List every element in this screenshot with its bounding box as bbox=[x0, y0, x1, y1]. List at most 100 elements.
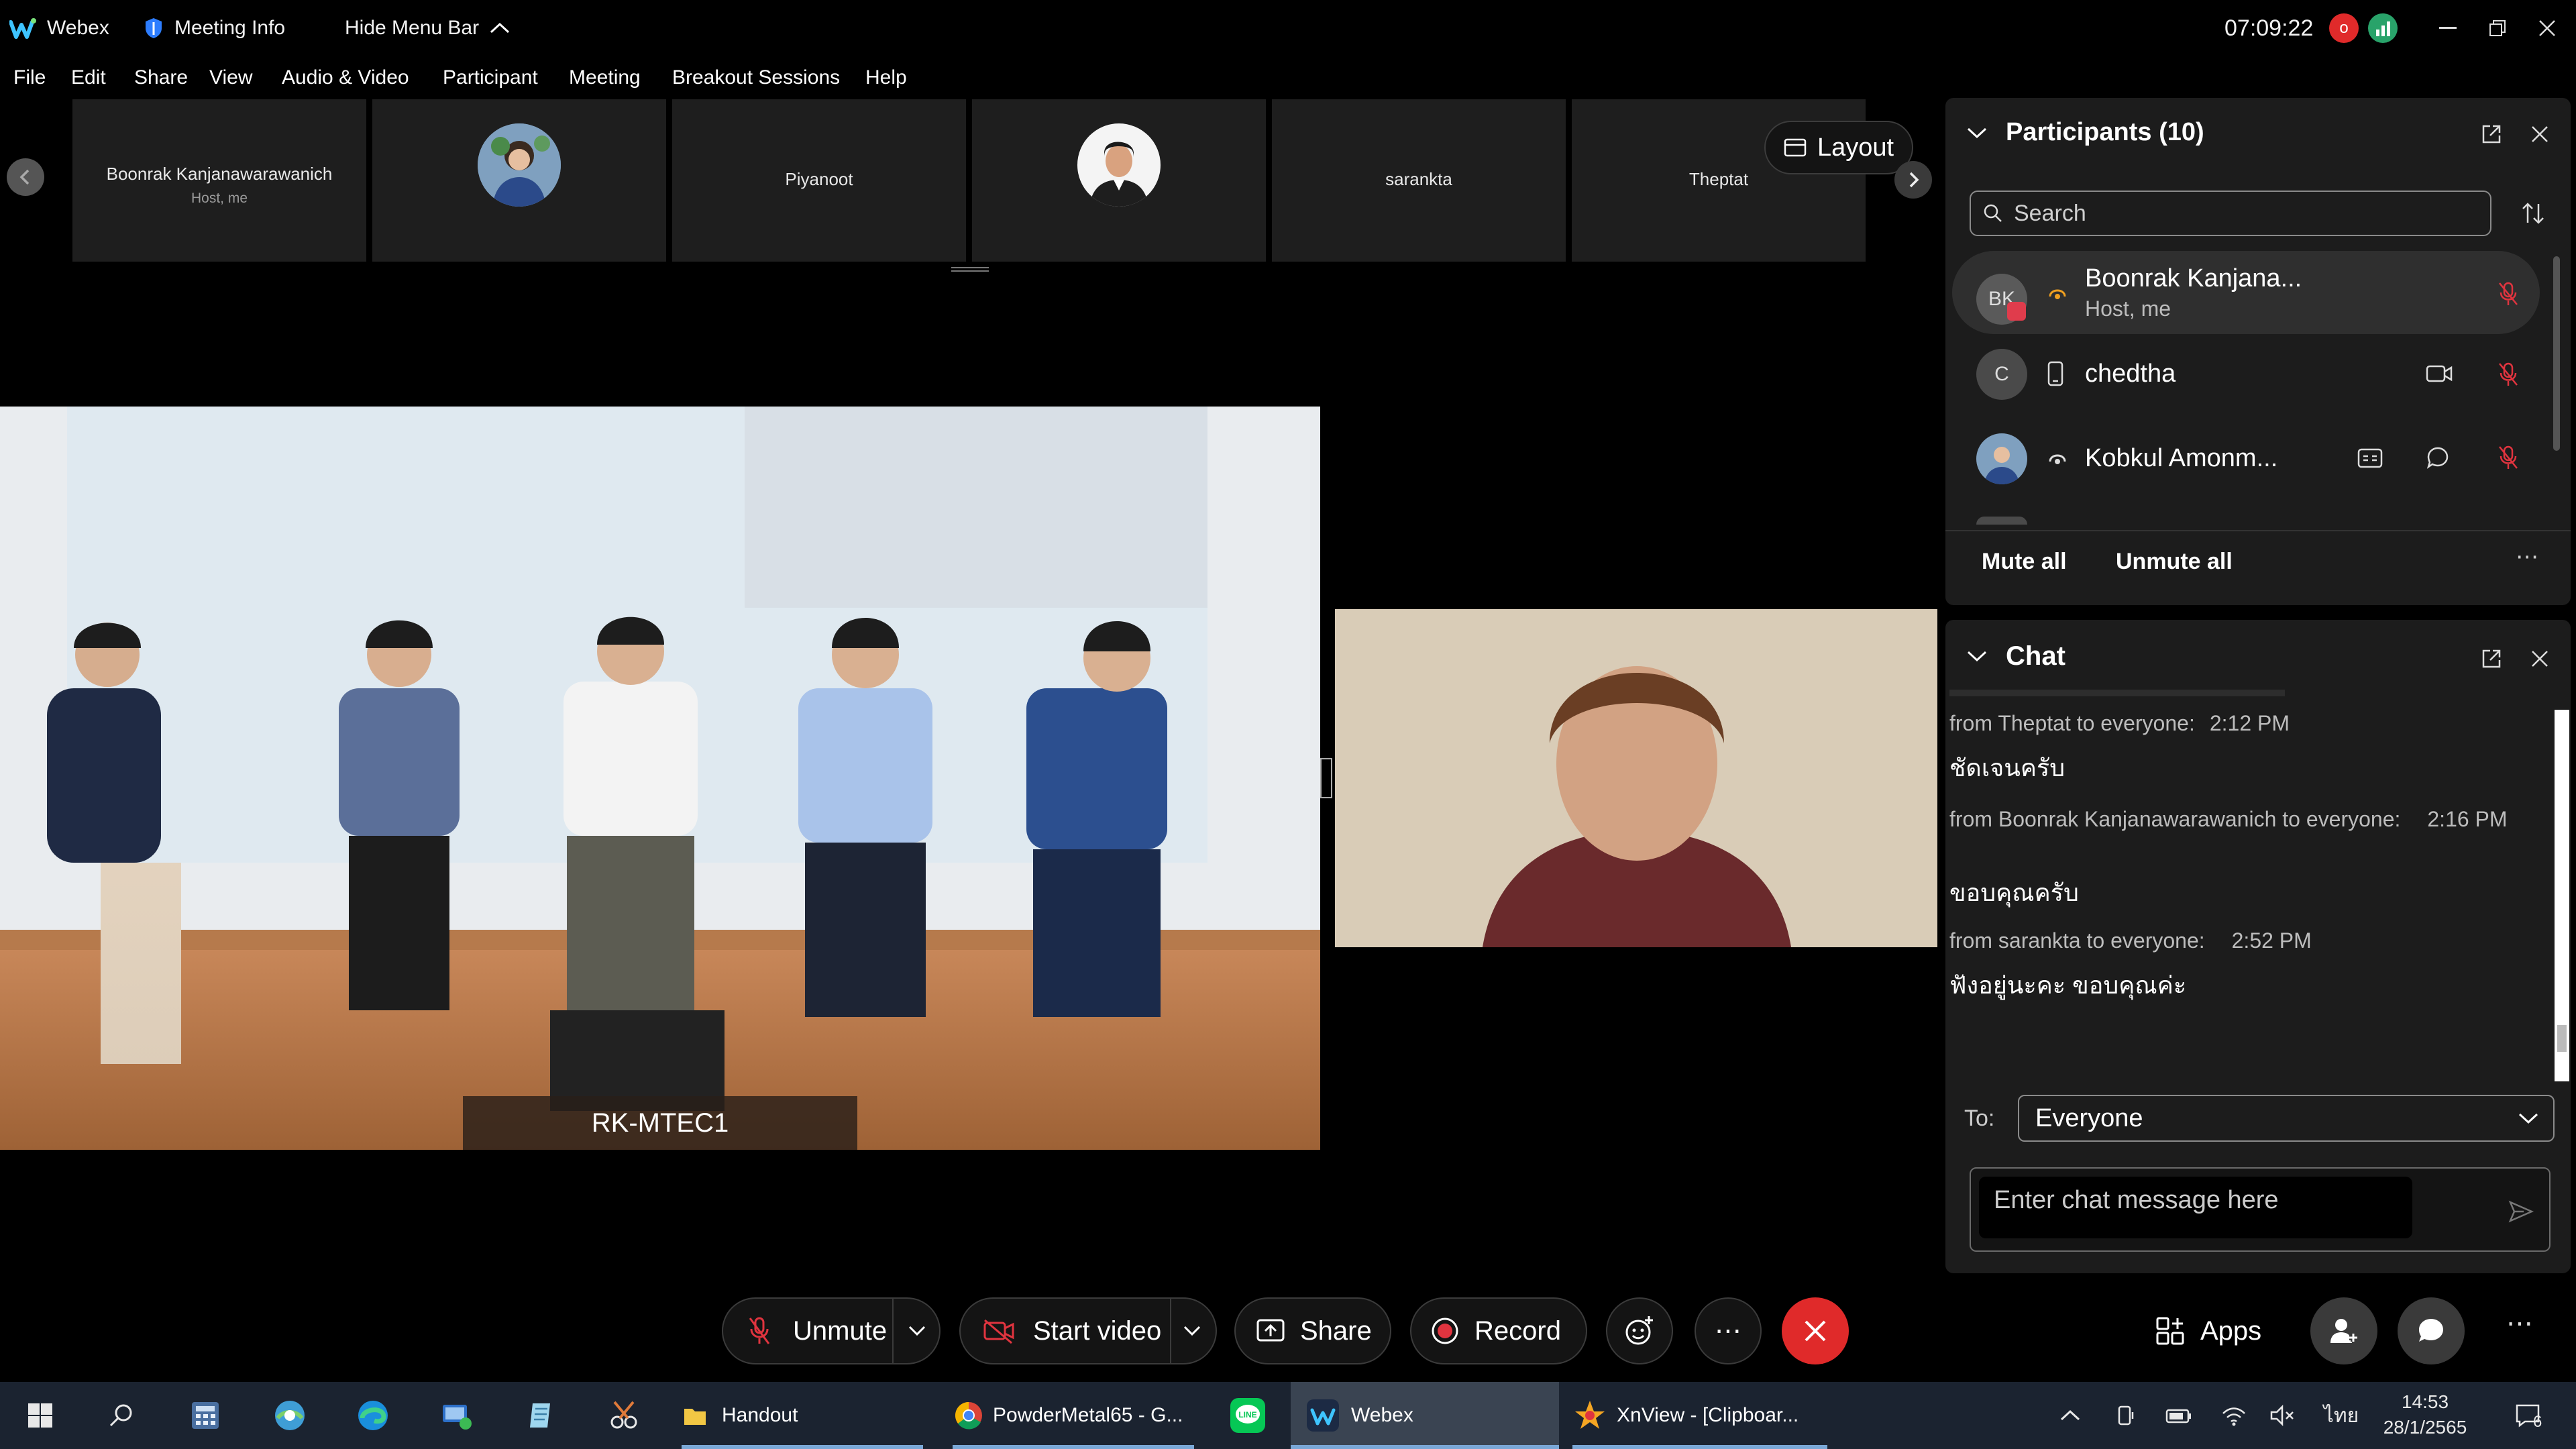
filmstrip-resize-handle[interactable] bbox=[951, 264, 989, 272]
record-button[interactable]: Record bbox=[1410, 1297, 1587, 1364]
menu-file[interactable]: File bbox=[13, 56, 46, 99]
snipping-tool-taskbar-icon[interactable] bbox=[600, 1382, 648, 1449]
collapse-chevron-icon[interactable] bbox=[1966, 648, 1988, 664]
menu-view[interactable]: View bbox=[209, 56, 252, 99]
more-options-icon[interactable]: ⋯ bbox=[2516, 543, 2538, 570]
volume-muted-icon[interactable] bbox=[2262, 1382, 2302, 1449]
participant-search-field[interactable]: Search bbox=[1970, 191, 2491, 236]
filmstrip-prev-button[interactable] bbox=[7, 158, 44, 196]
more-options-icon[interactable]: ⋯ bbox=[2506, 1308, 2533, 1339]
send-icon[interactable] bbox=[2508, 1199, 2534, 1224]
collapse-chevron-icon[interactable] bbox=[1966, 125, 1988, 141]
filmstrip-next-button[interactable] bbox=[1894, 161, 1932, 199]
participants-scrollbar[interactable] bbox=[2553, 256, 2560, 451]
svg-text:LINE: LINE bbox=[1238, 1410, 1256, 1419]
chat-bubble-icon[interactable] bbox=[2426, 445, 2450, 470]
start-video-label: Start video bbox=[1033, 1316, 1162, 1346]
menu-edit[interactable]: Edit bbox=[71, 56, 106, 99]
menu-participant[interactable]: Participant bbox=[443, 56, 538, 99]
recipient-select[interactable]: Everyone bbox=[2018, 1095, 2555, 1142]
restore-window-button[interactable] bbox=[2473, 0, 2522, 56]
close-panel-icon[interactable] bbox=[2530, 125, 2549, 144]
filmstrip-tile[interactable]: sarankta bbox=[1272, 99, 1566, 262]
chat-panel-toggle[interactable] bbox=[2398, 1297, 2465, 1364]
participants-panel-toggle[interactable] bbox=[2310, 1297, 2377, 1364]
leave-meeting-button[interactable] bbox=[1782, 1297, 1849, 1364]
taskbar-app-chrome[interactable]: PowderMetal65 - G... bbox=[953, 1382, 1194, 1449]
reactions-button[interactable] bbox=[1606, 1297, 1673, 1364]
chat-scrollbar[interactable] bbox=[2555, 710, 2569, 1081]
stage-resize-handle[interactable] bbox=[1320, 758, 1332, 798]
menu-audio-video[interactable]: Audio & Video bbox=[282, 56, 409, 99]
minimize-icon bbox=[2439, 27, 2457, 29]
taskbar-app-indicator bbox=[1291, 1445, 1559, 1449]
popout-icon[interactable] bbox=[2481, 648, 2502, 669]
hide-menu-bar-button[interactable]: Hide Menu Bar bbox=[345, 0, 511, 56]
share-label: Share bbox=[1300, 1316, 1372, 1346]
muted-mic-icon bbox=[749, 1317, 770, 1344]
chat-input-field[interactable]: Enter chat message here bbox=[1979, 1177, 2412, 1238]
sort-icon[interactable] bbox=[2520, 200, 2546, 227]
battery-icon[interactable] bbox=[2159, 1382, 2199, 1449]
muted-mic-icon[interactable] bbox=[2497, 361, 2520, 388]
popout-icon[interactable] bbox=[2481, 123, 2502, 145]
taskbar-search-button[interactable] bbox=[97, 1382, 145, 1449]
unmute-label: Unmute bbox=[793, 1316, 888, 1346]
layout-icon bbox=[1784, 138, 1807, 157]
chevron-down-icon[interactable] bbox=[907, 1324, 927, 1338]
filmstrip-tile[interactable]: Piyanoot bbox=[672, 99, 966, 262]
chevron-down-icon[interactable] bbox=[1182, 1324, 1202, 1338]
participant-row[interactable]: Kobkul Amonm... bbox=[1952, 417, 2540, 500]
unmute-button[interactable]: Unmute bbox=[722, 1297, 941, 1364]
filmstrip-tile[interactable]: Boonrak Kanjanawarawanich Host, me bbox=[72, 99, 366, 262]
notification-center-button[interactable]: 6 bbox=[2501, 1382, 2555, 1449]
taskbar-app-handout[interactable]: Handout bbox=[682, 1382, 923, 1449]
menu-breakout-sessions[interactable]: Breakout Sessions bbox=[672, 56, 840, 99]
taskbar-clock[interactable]: 14:53 28/1/2565 bbox=[2375, 1382, 2475, 1449]
wifi-icon[interactable] bbox=[2214, 1382, 2254, 1449]
close-window-button[interactable] bbox=[2522, 0, 2572, 56]
unmute-all-button[interactable]: Unmute all bbox=[2116, 549, 2233, 575]
muted-mic-icon[interactable] bbox=[2497, 444, 2520, 471]
mute-all-button[interactable]: Mute all bbox=[1982, 549, 2067, 575]
muted-mic-icon[interactable] bbox=[2497, 280, 2520, 307]
show-hidden-icons-button[interactable] bbox=[2049, 1382, 2092, 1449]
start-button[interactable] bbox=[16, 1382, 64, 1449]
apps-button[interactable]: Apps bbox=[2155, 1297, 2261, 1364]
minimize-window-button[interactable] bbox=[2423, 0, 2473, 56]
taskbar-app-xnview[interactable]: XnView - [Clipboar... bbox=[1572, 1382, 1827, 1449]
menu-share[interactable]: Share bbox=[134, 56, 188, 99]
participant-row[interactable]: C chedtha bbox=[1952, 334, 2540, 417]
layout-label: Layout bbox=[1817, 133, 1894, 162]
chat-input-box[interactable]: Enter chat message here bbox=[1970, 1167, 2551, 1252]
network-health-icon[interactable] bbox=[2368, 13, 2398, 43]
taskbar-app-line[interactable]: LINE bbox=[1221, 1382, 1275, 1449]
input-language-indicator[interactable]: ไทย bbox=[2314, 1382, 2368, 1449]
smiley-icon bbox=[1625, 1316, 1653, 1345]
calculator-taskbar-icon[interactable] bbox=[181, 1382, 229, 1449]
notification-count: 6 bbox=[2533, 1413, 2542, 1431]
remote-desktop-taskbar-icon[interactable] bbox=[432, 1382, 480, 1449]
start-video-button[interactable]: Start video bbox=[959, 1297, 1217, 1364]
filmstrip-tile[interactable] bbox=[372, 99, 666, 262]
menu-meeting[interactable]: Meeting bbox=[569, 56, 641, 99]
edge-browser-taskbar-icon[interactable] bbox=[349, 1382, 397, 1449]
apps-grid-icon bbox=[2156, 1317, 2184, 1345]
network-app-taskbar-icon[interactable] bbox=[266, 1382, 314, 1449]
more-options-button[interactable]: ⋯ bbox=[1695, 1297, 1762, 1364]
filmstrip-tile[interactable] bbox=[972, 99, 1266, 262]
notes-taskbar-icon[interactable] bbox=[517, 1382, 565, 1449]
line-messenger-icon: LINE bbox=[1230, 1398, 1265, 1433]
message-text: ฟังอยู่นะคะ ขอบคุณค่ะ bbox=[1949, 971, 2187, 999]
device-tray-icon[interactable] bbox=[2105, 1382, 2145, 1449]
main-video[interactable]: RK-MTEC1 bbox=[0, 407, 1320, 1150]
participant-row[interactable]: BK Boonrak Kanjana... Host, me bbox=[1952, 251, 2540, 334]
close-panel-icon[interactable] bbox=[2530, 649, 2549, 668]
meeting-info-button[interactable]: Meeting Info bbox=[144, 0, 285, 56]
share-button[interactable]: Share bbox=[1234, 1297, 1391, 1364]
speaker-video[interactable] bbox=[1335, 609, 1937, 947]
taskbar-app-webex[interactable]: Webex bbox=[1291, 1382, 1559, 1449]
layout-button[interactable]: Layout bbox=[1764, 121, 1913, 174]
chat-scrollbar-thumb[interactable] bbox=[2557, 1025, 2567, 1052]
menu-help[interactable]: Help bbox=[865, 56, 907, 99]
